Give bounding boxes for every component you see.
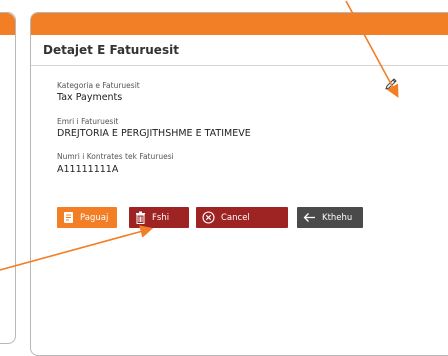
annotation-arrow-delete (0, 225, 154, 271)
annotation-arrows (0, 0, 399, 271)
annotation-arrow-edit (345, 0, 399, 98)
